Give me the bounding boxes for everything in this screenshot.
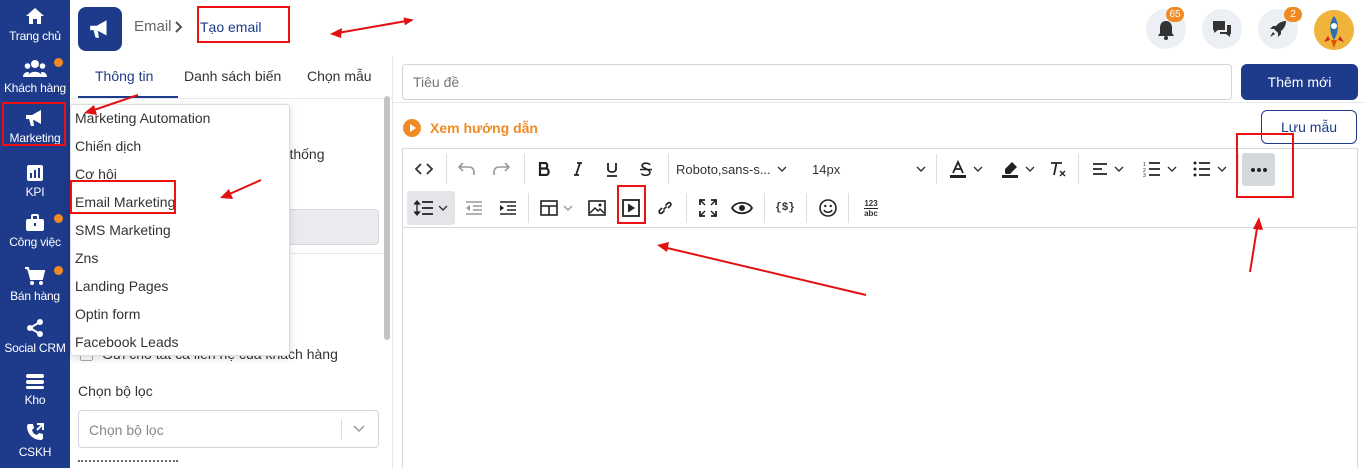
arrow-to-create-email: [331, 17, 414, 35]
annotation-arrows: [84, 17, 1263, 296]
arrowhead: [330, 28, 342, 38]
arrowhead: [657, 242, 669, 252]
arrowhead: [84, 105, 97, 115]
arrow-to-marketing: [87, 94, 139, 113]
arrow-to-more: [1249, 221, 1259, 273]
arrowhead: [1253, 217, 1263, 230]
arrow-to-video: [662, 246, 867, 296]
